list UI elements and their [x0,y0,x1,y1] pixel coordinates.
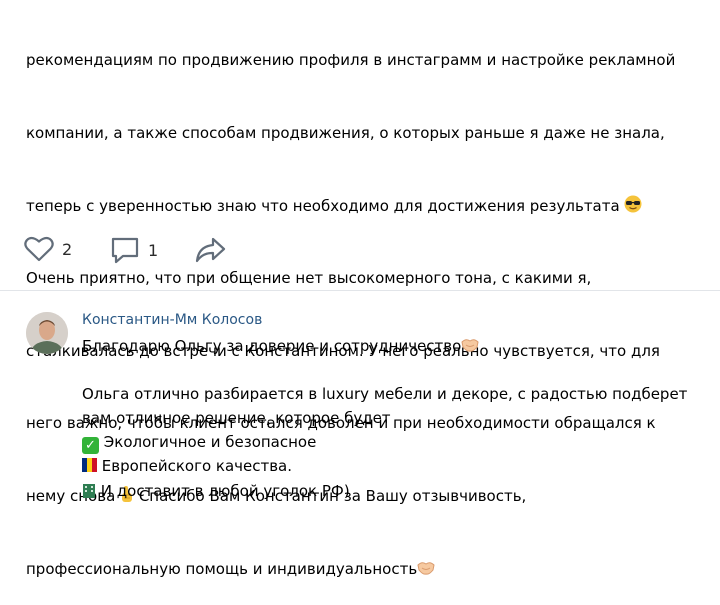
heart-icon [24,236,54,262]
comment-text: Благодарю Ольгу за доверие и сотрудничес… [82,334,712,503]
comment-line: вам отличное решение, которое будет [82,409,391,428]
comment-line: Благодарю Ольгу за доверие и сотрудничес… [82,334,712,358]
comment-count: 1 [148,240,159,260]
post-line: компании, а также способам продвижения, … [26,124,665,142]
share-icon [195,237,226,263]
comment-line: И доставит в любой уголок РФ) [82,479,712,503]
handshake-emoji-icon [417,559,435,583]
post-line: Очень приятно, что при общение нет высок… [26,269,592,288]
post-line: профессиональную помощь и индивидуальнос… [26,557,706,581]
handshake-emoji-icon [461,336,479,360]
check-mark-emoji-icon: ✓ [82,437,99,455]
sunglasses-emoji-icon [624,195,642,220]
share-button[interactable] [194,236,226,264]
comment-button[interactable]: 1 [110,236,158,264]
comment-line: Ольга отлично разбирается в luxury мебел… [82,385,688,404]
building-emoji-icon [82,481,96,505]
post-text: рекомендациям по продвижению профиля в и… [26,0,706,605]
flag-emoji-icon [82,455,97,473]
comment-line: ✓ Экологичное и безопасное [82,430,712,455]
avatar[interactable] [26,312,68,354]
like-count: 2 [62,239,73,259]
comment-author-link[interactable]: Константин-Мм Колосов [82,312,262,328]
like-button[interactable]: 2 [24,236,72,262]
comment-icon [111,237,139,264]
post-line: теперь с уверенностью знаю что необходим… [26,194,706,218]
post-line: рекомендациям по продвижению профиля в и… [26,51,676,70]
comment-line: Европейского качества. [82,454,712,478]
divider [0,290,720,291]
comment-line [82,358,712,382]
